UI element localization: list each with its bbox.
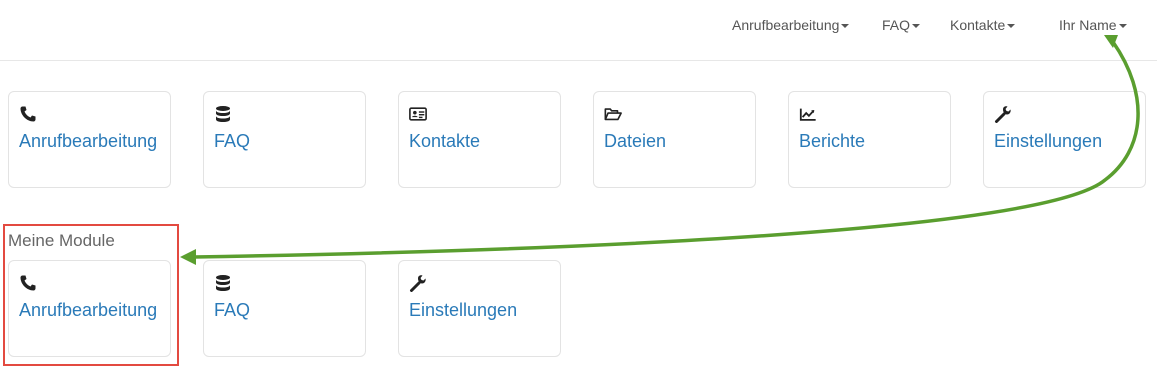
wrench-icon [995, 106, 1011, 123]
caret-down-icon [912, 24, 921, 29]
tile-anrufbearbeitung[interactable]: Anrufbearbeitung [8, 91, 171, 188]
tile-label: Dateien [604, 131, 667, 151]
nav-anrufbearbeitung-dropdown[interactable]: Anrufbearbeitung [732, 17, 850, 33]
tile-label: FAQ [214, 131, 251, 151]
tile-label: FAQ [214, 300, 251, 320]
tile-einstellungen[interactable]: Einstellungen [983, 91, 1146, 188]
tile-faq[interactable]: FAQ [203, 91, 366, 188]
nav-label: FAQ [882, 17, 911, 33]
tile-label: Kontakte [409, 131, 481, 151]
caret-down-icon [841, 24, 850, 29]
contact-card-icon [409, 107, 427, 121]
nav-user-dropdown[interactable]: Ihr Name [1059, 17, 1127, 33]
tile-label: Einstellungen [994, 131, 1103, 151]
module-tile-faq[interactable]: FAQ [203, 260, 366, 357]
caret-down-icon [1118, 24, 1127, 29]
annotation-highlight-box [3, 224, 179, 366]
nav-kontakte-dropdown[interactable]: Kontakte [950, 17, 1016, 33]
nav-faq-dropdown[interactable]: FAQ [882, 17, 921, 33]
caret-down-icon [1007, 24, 1016, 29]
nav-label: Kontakte [950, 17, 1006, 33]
database-icon [216, 106, 230, 122]
database-icon [216, 275, 230, 291]
phone-icon [20, 106, 36, 122]
line-chart-icon [799, 108, 816, 121]
folder-open-icon [604, 108, 622, 121]
tile-label: Anrufbearbeitung [19, 131, 158, 151]
tile-berichte[interactable]: Berichte [788, 91, 951, 188]
wrench-icon [410, 275, 426, 292]
module-tile-einstellungen[interactable]: Einstellungen [398, 260, 561, 357]
arrowhead-end [180, 249, 196, 265]
top-navbar: Anrufbearbeitung FAQ Kontakte Ihr Name [0, 0, 1157, 61]
tile-label: Einstellungen [409, 300, 518, 320]
nav-label: Ihr Name [1059, 17, 1117, 33]
nav-label: Anrufbearbeitung [732, 17, 840, 33]
tile-label: Berichte [799, 131, 866, 151]
tile-dateien[interactable]: Dateien [593, 91, 756, 188]
tile-kontakte[interactable]: Kontakte [398, 91, 561, 188]
